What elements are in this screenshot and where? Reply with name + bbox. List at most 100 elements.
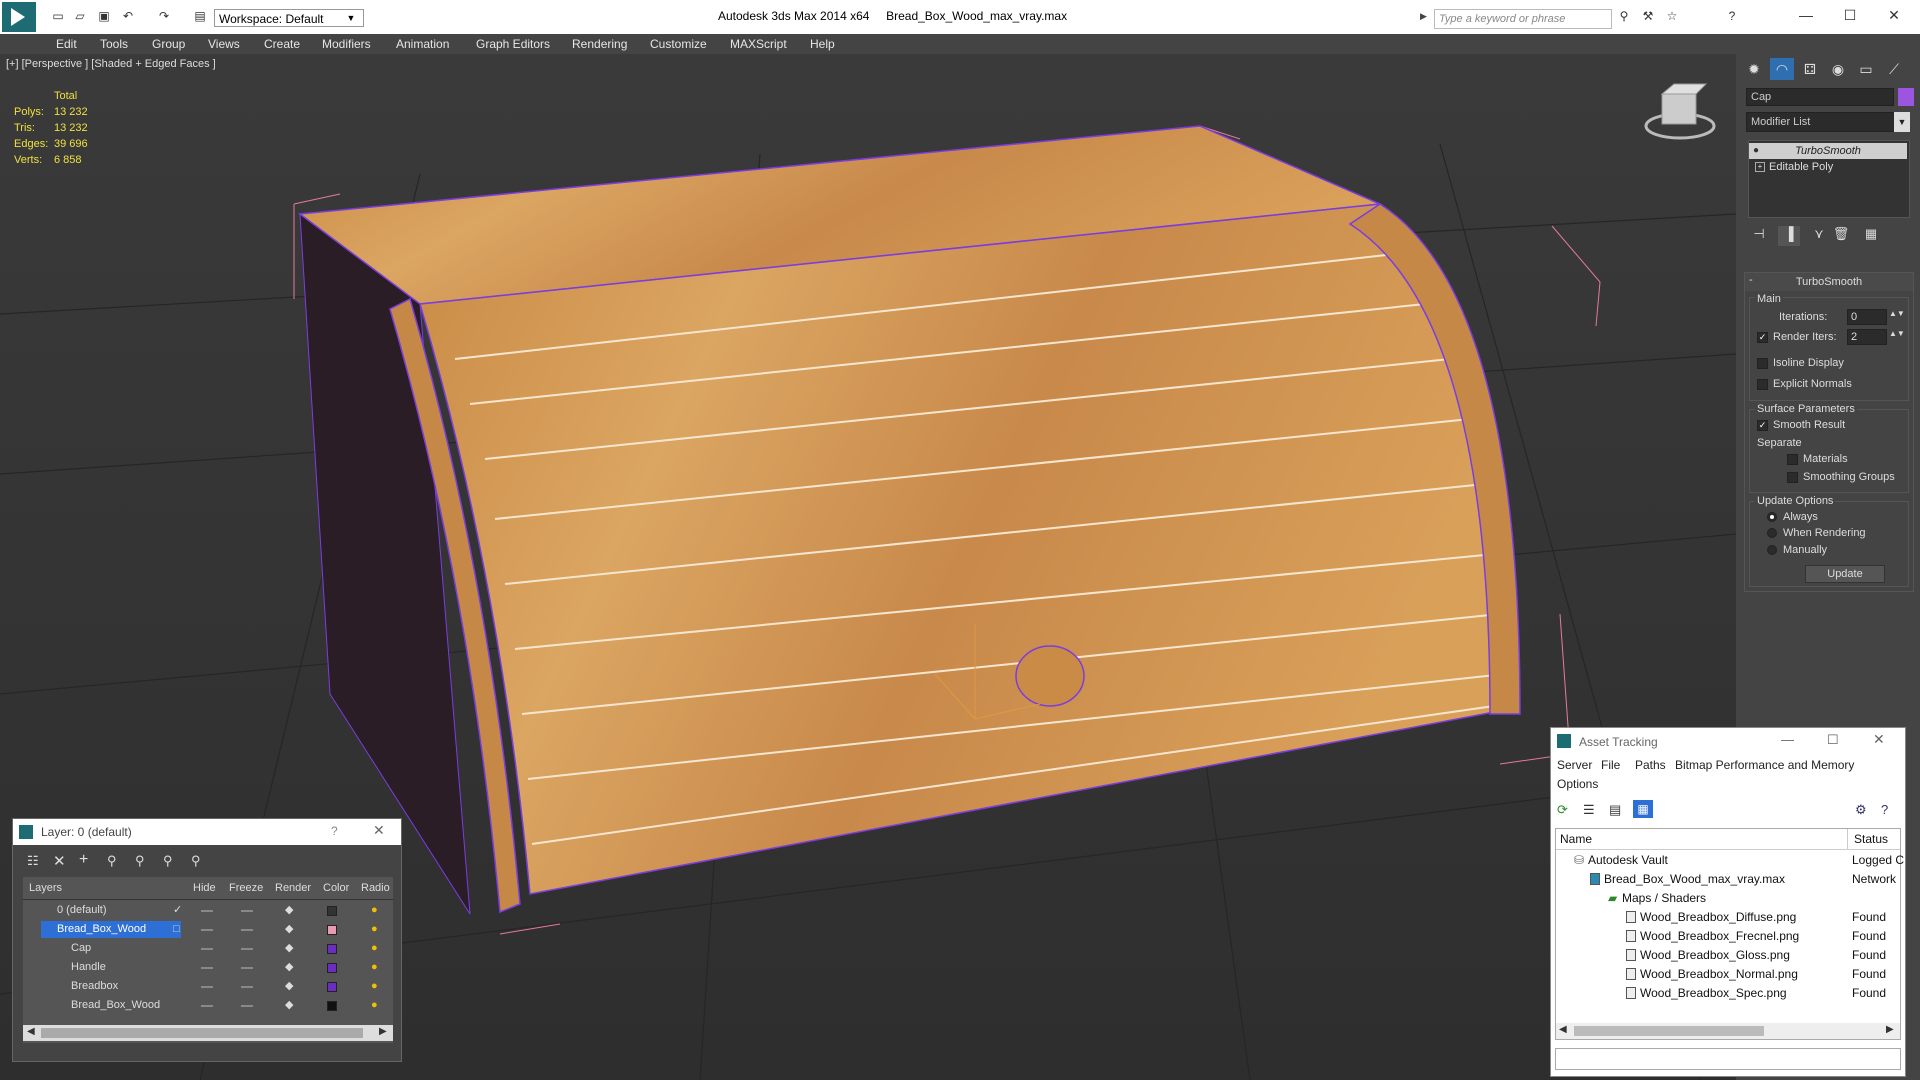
list-view-icon[interactable]: ☰ — [1583, 802, 1595, 818]
render-iters-spinner[interactable]: 2 — [1847, 329, 1887, 345]
when-rendering-radio[interactable] — [1767, 528, 1777, 538]
radiosity-icon[interactable]: ● — [371, 996, 378, 1015]
help-icon[interactable]: ? — [1881, 802, 1888, 817]
help-button[interactable]: ? — [331, 824, 338, 838]
column-hide[interactable]: Hide — [193, 879, 216, 897]
scroll-right-icon[interactable]: ▶ — [1886, 1024, 1894, 1035]
expand-icon[interactable]: + — [1755, 162, 1765, 172]
teapot-icon[interactable]: ◆ — [285, 996, 293, 1015]
hide-toggle[interactable] — [201, 1005, 213, 1007]
asset-row[interactable]: Bread_Box_Wood_max_vray.max Network — [1556, 870, 1900, 889]
column-render[interactable]: Render — [275, 879, 311, 897]
table-view-icon[interactable]: ▦ — [1633, 800, 1653, 818]
layer-color-swatch[interactable] — [327, 906, 337, 916]
layer-row[interactable]: 0 (default) ✓ ◆ ● — [23, 901, 393, 920]
add-to-layer-icon[interactable]: + — [79, 851, 88, 869]
layer-color-swatch[interactable] — [327, 944, 337, 954]
menu-help[interactable]: Help — [810, 34, 835, 54]
teapot-icon[interactable]: ◆ — [285, 977, 293, 996]
menu-maxscript[interactable]: MAXScript — [730, 34, 787, 54]
hierarchy-tab-icon[interactable]: ⚃ — [1798, 58, 1822, 80]
help-icon[interactable]: ? — [1724, 9, 1740, 23]
minimize-button[interactable]: — — [1781, 732, 1794, 747]
hide-toggle[interactable] — [201, 967, 213, 969]
open-file-icon[interactable]: ▱ — [72, 9, 88, 23]
workspace-dropdown[interactable]: Workspace: Default — [214, 9, 364, 27]
scrollbar-thumb[interactable] — [1574, 1026, 1764, 1036]
menu-animation[interactable]: Animation — [396, 34, 449, 54]
asset-row[interactable]: Wood_Breadbox_Normal.png Found — [1556, 965, 1900, 984]
asset-row[interactable]: Wood_Breadbox_Spec.png Found — [1556, 984, 1900, 1003]
column-status[interactable]: Status — [1854, 832, 1888, 846]
save-icon[interactable]: ▣ — [96, 9, 112, 23]
scroll-left-icon[interactable]: ◀ — [1559, 1024, 1567, 1035]
update-button[interactable]: Update — [1805, 565, 1885, 583]
radiosity-icon[interactable]: ● — [371, 977, 378, 996]
stack-item-editable-poly[interactable]: Editable Poly — [1749, 159, 1907, 175]
remove-modifier-icon[interactable]: 🗑 — [1830, 226, 1852, 246]
create-layer-icon[interactable]: ☷ — [27, 853, 39, 869]
layer-row[interactable]: Cap ◆ ● — [23, 939, 393, 958]
menu-graph-editors[interactable]: Graph Editors — [476, 34, 550, 54]
hide-toggle[interactable] — [201, 910, 213, 912]
undo-icon[interactable]: ↶ — [120, 9, 136, 23]
menu-group[interactable]: Group — [152, 34, 185, 54]
menu-paths[interactable]: Paths — [1635, 758, 1666, 772]
menu-server[interactable]: Server — [1557, 758, 1592, 772]
scrollbar-thumb[interactable] — [41, 1028, 363, 1038]
app-logo-icon[interactable] — [2, 2, 36, 32]
scroll-right-icon[interactable]: ▶ — [379, 1026, 387, 1037]
hide-toggle[interactable] — [201, 986, 213, 988]
freeze-toggle[interactable] — [241, 929, 253, 931]
detail-view-icon[interactable]: ▤ — [1609, 802, 1621, 818]
minimize-button[interactable]: — — [1786, 4, 1826, 26]
project-folder-icon[interactable]: ▤ — [192, 9, 208, 23]
column-name[interactable]: Name — [1560, 832, 1592, 846]
rollout-title[interactable]: TurboSmooth — [1745, 273, 1913, 291]
freeze-all-icon[interactable]: ⚲ — [191, 853, 201, 869]
modifier-list-dropdown[interactable]: Modifier List — [1746, 112, 1906, 132]
show-end-result-icon[interactable]: ▐ — [1778, 226, 1800, 246]
asset-row[interactable]: Wood_Breadbox_Gloss.png Found — [1556, 946, 1900, 965]
spinner-arrows-icon[interactable]: ▲▼ — [1889, 309, 1905, 318]
hide-toggle[interactable] — [201, 948, 213, 950]
layer-color-swatch[interactable] — [327, 925, 337, 935]
smooth-result-checkbox[interactable]: ✓ — [1757, 420, 1768, 431]
maximize-button[interactable]: ☐ — [1827, 732, 1839, 748]
asset-row[interactable]: ⛁ Autodesk Vault Logged C — [1556, 851, 1904, 870]
asset-row[interactable]: Wood_Breadbox_Diffuse.png Found — [1556, 908, 1900, 927]
menu-tools[interactable]: Tools — [100, 34, 128, 54]
stack-item-turbosmooth[interactable]: TurboSmooth — [1749, 143, 1907, 159]
menu-rendering[interactable]: Rendering — [572, 34, 627, 54]
layer-color-swatch[interactable] — [327, 1001, 337, 1011]
iterations-spinner[interactable]: 0 — [1847, 309, 1887, 325]
materials-checkbox[interactable] — [1787, 454, 1798, 465]
scroll-left-icon[interactable]: ◀ — [27, 1026, 35, 1037]
pin-stack-icon[interactable]: ⊣ — [1748, 226, 1770, 246]
render-iters-checkbox[interactable]: ✓ — [1757, 332, 1768, 343]
teapot-icon[interactable]: ◆ — [285, 939, 293, 958]
asset-row[interactable]: Wood_Breadbox_Frecnel.png Found — [1556, 927, 1900, 946]
refresh-icon[interactable]: ⟳ — [1557, 802, 1568, 818]
object-color-swatch[interactable] — [1898, 88, 1914, 106]
asset-row[interactable]: ▰ Maps / Shaders — [1556, 889, 1900, 908]
column-radiosity[interactable]: Radio — [361, 879, 391, 897]
layer-color-swatch[interactable] — [327, 982, 337, 992]
layer-row[interactable]: Bread_Box_Wood □ ◆ ● — [23, 920, 393, 939]
redo-icon[interactable]: ↷ — [156, 9, 172, 23]
maximize-button[interactable]: ☐ — [1830, 4, 1870, 26]
lightbulb-icon[interactable]: ● — [1753, 145, 1759, 156]
new-file-icon[interactable]: ▭ — [50, 9, 66, 23]
viewport-label[interactable]: [+] [Perspective ] [Shaded + Edged Faces… — [6, 58, 216, 70]
search-input[interactable]: Type a keyword or phrase — [1434, 9, 1612, 29]
menu-bitmap-performance[interactable]: Bitmap Performance and Memory — [1675, 758, 1854, 772]
hide-all-icon[interactable]: ⚲ — [163, 853, 173, 869]
radiosity-icon[interactable]: ● — [371, 901, 378, 920]
chevron-down-icon[interactable]: ▼ — [344, 9, 358, 27]
chevron-right-icon[interactable]: ▶ — [1420, 11, 1427, 22]
menu-create[interactable]: Create — [264, 34, 300, 54]
communication-center-icon[interactable]: ⚒ — [1640, 9, 1656, 23]
vault-login-icon[interactable]: ⚙ — [1855, 802, 1867, 818]
object-name-field[interactable]: Cap — [1746, 88, 1894, 106]
configure-modifier-sets-icon[interactable]: ▦ — [1860, 226, 1882, 246]
